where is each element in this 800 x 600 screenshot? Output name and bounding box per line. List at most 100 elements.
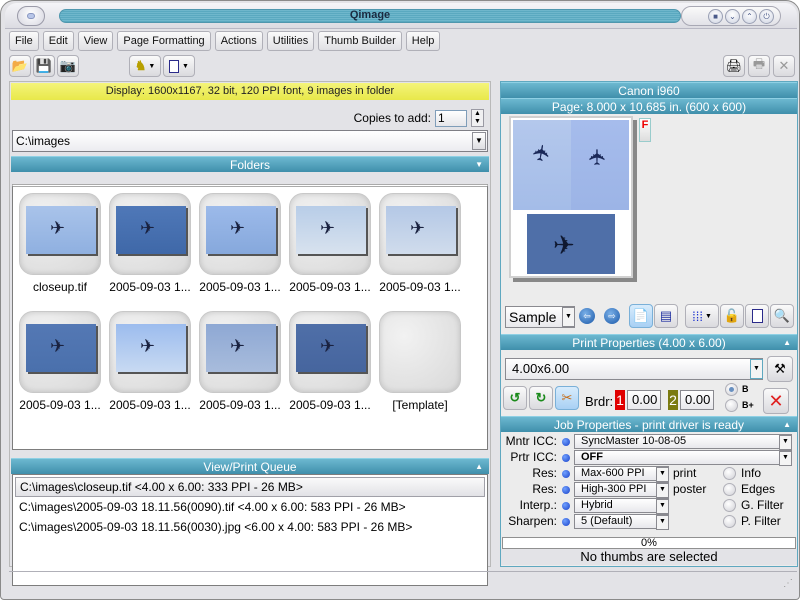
status-dot-icon bbox=[562, 518, 570, 526]
border1-input[interactable]: 0.00 bbox=[627, 390, 661, 410]
remove-button[interactable]: ✕ bbox=[763, 388, 789, 414]
blank-page-button[interactable] bbox=[745, 304, 769, 328]
copies-input[interactable]: 1 bbox=[435, 109, 467, 127]
f-marker[interactable]: F bbox=[639, 118, 651, 142]
print-edit-button[interactable]: 🖨 bbox=[723, 55, 745, 77]
menu-thumb-builder[interactable]: Thumb Builder bbox=[318, 31, 402, 51]
minimize-button[interactable]: ⌄ bbox=[725, 9, 740, 24]
thumbnail-item[interactable]: ✈ 2005-09-03 1... bbox=[109, 311, 193, 412]
status-message: No thumbs are selected bbox=[501, 549, 797, 565]
thumbnail-tile bbox=[379, 311, 461, 393]
zoom-page-button[interactable]: 🔍 bbox=[770, 304, 794, 328]
page-dropdown-button[interactable]: ▼ bbox=[163, 55, 195, 77]
thumbnail-image: ✈ bbox=[26, 324, 96, 372]
view-mode-select[interactable]: Sample ▼ bbox=[505, 306, 575, 328]
next-page-button[interactable]: ⇨ bbox=[604, 308, 620, 324]
job-row-value: 5 (Default) bbox=[581, 515, 633, 527]
camera-import-button[interactable]: 📷 bbox=[57, 55, 79, 77]
page-icon bbox=[169, 59, 180, 73]
border-bplus-radio[interactable] bbox=[725, 399, 738, 412]
job-row-select[interactable]: Max-600 PPI ▼ bbox=[574, 466, 669, 482]
option-radio[interactable] bbox=[723, 483, 736, 496]
grid-layout-dropdown[interactable]: ⁞⁞⁞ ▼ bbox=[685, 304, 719, 328]
queue-item[interactable]: C:\images\2005-09-03 18.11.56(0030).jpg … bbox=[13, 517, 487, 537]
job-row-select[interactable]: High-300 PPI ▼ bbox=[574, 482, 669, 498]
folder-path-combo[interactable]: C:\images ▼ bbox=[12, 130, 488, 152]
maximize-button[interactable]: ⌃ bbox=[742, 9, 757, 24]
title-pill: Qimage bbox=[59, 9, 681, 23]
option-radio[interactable] bbox=[723, 515, 736, 528]
jet-icon: ✈ bbox=[553, 230, 575, 260]
menu-file[interactable]: File bbox=[9, 31, 39, 51]
job-row-select[interactable]: OFF ▼ bbox=[574, 450, 792, 466]
job-row-select[interactable]: SyncMaster 10-08-05 ▼ bbox=[574, 434, 792, 450]
menu-page-formatting[interactable]: Page Formatting bbox=[117, 31, 211, 51]
copies-spinner[interactable]: ▲ ▼ bbox=[471, 109, 484, 127]
option-radio[interactable] bbox=[723, 499, 736, 512]
queue-item[interactable]: C:\images\2005-09-03 18.11.56(0090).tif … bbox=[13, 497, 487, 517]
option-radio[interactable] bbox=[723, 467, 736, 480]
menu-view[interactable]: View bbox=[77, 31, 114, 51]
menu-actions[interactable]: Actions bbox=[214, 31, 263, 51]
job-properties-header[interactable]: Job Properties - print driver is ready ▲ bbox=[501, 416, 797, 432]
landscape-view-button[interactable]: ▤ bbox=[654, 304, 678, 328]
job-row-label: Mntr ICC: bbox=[505, 434, 557, 448]
print-size-select[interactable]: 4.00x6.00 ▼ bbox=[505, 358, 763, 380]
copies-control: Copies to add: 1 ▲ ▼ bbox=[354, 109, 484, 127]
print-button[interactable]: 🖶 bbox=[748, 55, 770, 77]
menu-help[interactable]: Help bbox=[405, 31, 441, 51]
chevron-down-icon[interactable]: ▼ bbox=[472, 132, 486, 150]
chevron-down-icon: ▼ bbox=[656, 499, 669, 514]
thumbnail-item[interactable]: ✈ 2005-09-03 1... bbox=[199, 311, 283, 412]
view-mode-value: Sample bbox=[509, 309, 557, 325]
rotate-cw-button[interactable]: ↻ bbox=[529, 386, 553, 410]
profile-dropdown-button[interactable]: ♞ ▼ bbox=[129, 55, 161, 77]
queue-header[interactable]: View/Print Queue ▲ bbox=[11, 458, 489, 474]
lock-button[interactable]: 🔓 bbox=[720, 304, 744, 328]
thumbnail-item[interactable]: ✈ 2005-09-03 1... bbox=[199, 193, 283, 294]
arrow-right-icon: ⇨ bbox=[608, 311, 616, 321]
print-properties-header[interactable]: Print Properties (4.00 x 6.00) ▲ bbox=[501, 334, 797, 350]
power-close-button[interactable]: ⏻ bbox=[759, 9, 774, 24]
job-row-select[interactable]: Hybrid ▼ bbox=[574, 498, 669, 514]
thumbnail-item[interactable]: ✈ 2005-09-03 1... bbox=[19, 311, 103, 412]
thumbnail-item[interactable]: ✈ 2005-09-03 1... bbox=[289, 193, 373, 294]
folders-header[interactable]: Folders ▼ bbox=[11, 156, 489, 172]
copies-label: Copies to add: bbox=[353, 111, 431, 125]
menu-utilities[interactable]: Utilities bbox=[266, 31, 315, 51]
thumbnail-tile: ✈ bbox=[19, 193, 101, 275]
thumbnail-item[interactable]: ✈ 2005-09-03 1... bbox=[289, 311, 373, 412]
resize-grip-icon[interactable]: ⋰ bbox=[783, 578, 793, 589]
crop-button[interactable]: ✂ bbox=[555, 386, 579, 410]
right-panel: Canon i960 Page: 8.000 x 10.685 in. (600… bbox=[500, 81, 798, 567]
thumbnail-item[interactable]: ✈ closeup.tif bbox=[19, 193, 103, 294]
border-label: Brdr: bbox=[585, 394, 614, 409]
rotate-ccw-button[interactable]: ↺ bbox=[503, 386, 527, 410]
queue-item[interactable]: C:\images\closeup.tif <4.00 x 6.00: 333 … bbox=[15, 477, 485, 497]
jet-icon: ✈ bbox=[230, 218, 246, 238]
job-row-value: Max-600 PPI bbox=[581, 467, 645, 479]
title-bar[interactable]: Qimage ■ ⌄ ⌃ ⏻ bbox=[5, 3, 797, 29]
page-preview[interactable]: ✈ ✈ ✈ bbox=[509, 116, 633, 278]
system-menu-button[interactable] bbox=[17, 6, 45, 26]
thumbnail-item[interactable]: [Template] bbox=[379, 311, 463, 412]
menu-bar: File Edit View Page Formatting Actions U… bbox=[9, 31, 441, 53]
menu-edit[interactable]: Edit bbox=[42, 31, 74, 51]
red-x-icon: ✕ bbox=[768, 390, 784, 411]
open-folder-button[interactable]: 📂 bbox=[9, 55, 31, 77]
stop-button[interactable]: ■ bbox=[708, 9, 723, 24]
border2-input[interactable]: 0.00 bbox=[680, 390, 714, 410]
prev-page-button[interactable]: ⇦ bbox=[579, 308, 595, 324]
portrait-view-button[interactable]: 📄 bbox=[629, 304, 653, 328]
thumbnail-item[interactable]: ✈ 2005-09-03 1... bbox=[379, 193, 463, 294]
hammer-wrench-icon: ⚒ bbox=[774, 361, 786, 376]
print-cancel-button[interactable]: ✕ bbox=[773, 55, 795, 77]
thumbnail-tile: ✈ bbox=[19, 311, 101, 393]
thumbnail-item[interactable]: ✈ 2005-09-03 1... bbox=[109, 193, 193, 294]
border-b-radio[interactable] bbox=[725, 383, 738, 396]
tools-button[interactable]: ⚒ bbox=[767, 356, 793, 382]
job-row-select[interactable]: 5 (Default) ▼ bbox=[574, 514, 669, 530]
window-controls: ■ ⌄ ⌃ ⏻ bbox=[681, 6, 781, 26]
save-button[interactable]: 💾 bbox=[33, 55, 55, 77]
unlock-icon: 🔓 bbox=[723, 308, 741, 323]
